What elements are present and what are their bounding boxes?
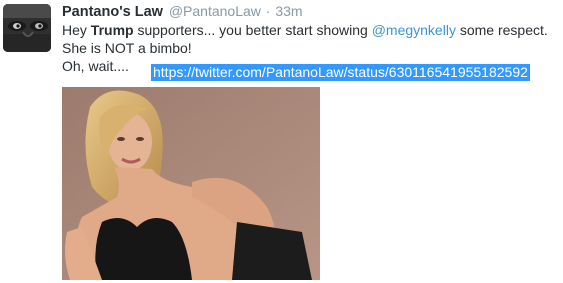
text-segment: some respect. [455,22,548,38]
author-screen-name[interactable]: @PantanoLaw [169,3,261,19]
tweet-timestamp[interactable]: 33m [275,3,302,19]
bold-keyword: Trump [90,22,134,38]
status-link[interactable]: https://twitter.com/PantanoLaw/status/63… [151,64,530,81]
text-segment: Hey [62,22,91,38]
tweet-text-line-2: She is NOT a bimbo! [62,40,192,56]
header-separator: · [265,3,271,19]
avatar-image [3,4,51,52]
author-fullname[interactable]: Pantano's Law [62,4,163,20]
mention-link[interactable]: @megynkelly [372,22,456,38]
tweet-text-line-1: Hey Trump supporters... you better start… [62,21,557,39]
photo-image [62,87,320,280]
avatar[interactable] [3,4,51,52]
tweet-media-photo[interactable] [62,87,320,280]
tweet-header: Pantano's Law @PantanoLaw · 33m [62,2,303,20]
text-segment: supporters... you better start showing [133,22,372,38]
